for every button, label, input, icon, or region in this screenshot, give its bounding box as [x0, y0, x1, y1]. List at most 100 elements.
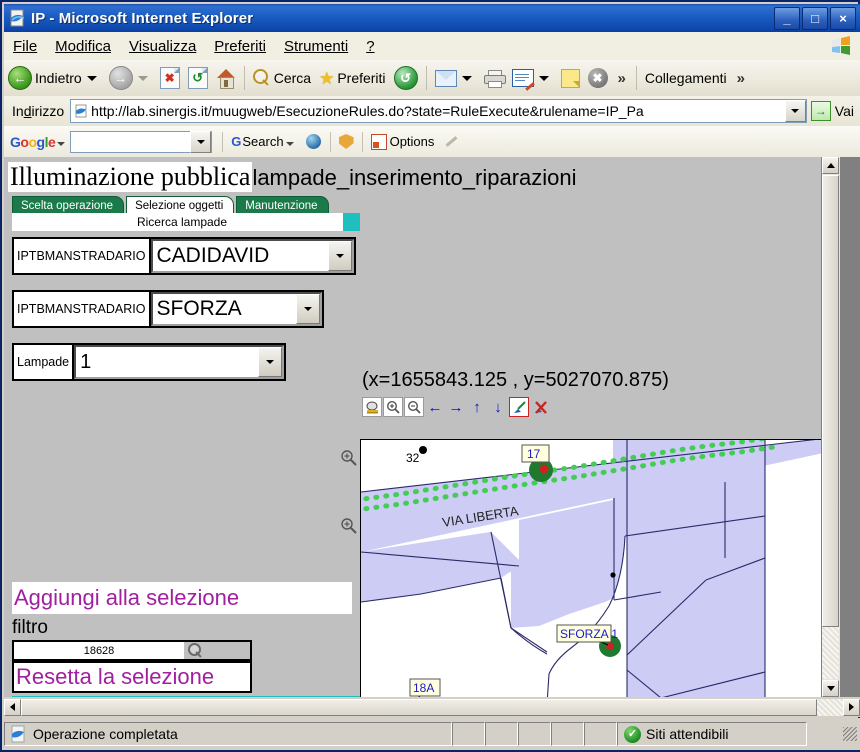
reset-selection-label: Resetta la selezione: [16, 664, 215, 689]
section-title: Ricerca lampade: [12, 213, 352, 231]
chevron-down-icon[interactable]: [296, 294, 320, 324]
select-stradario-1[interactable]: CADIDAVID: [150, 239, 354, 273]
google-separator-3: [361, 131, 363, 152]
close-button[interactable]: ×: [830, 6, 856, 30]
chevron-down-icon[interactable]: [328, 241, 352, 271]
page-icon: [74, 104, 88, 118]
hscroll-track[interactable]: [817, 698, 843, 716]
scroll-right-button[interactable]: [843, 698, 860, 716]
status-cell-4: [551, 722, 584, 746]
zoom-in-icon[interactable]: [383, 397, 403, 417]
search-button[interactable]: Cerca: [249, 62, 315, 94]
address-dropdown-button[interactable]: [784, 100, 806, 122]
pan-up-icon[interactable]: ↑: [467, 397, 487, 417]
menu-item-modifica[interactable]: Modifica: [46, 35, 120, 58]
back-button[interactable]: ← Indietro: [4, 62, 105, 94]
menu-item-preferiti[interactable]: Preferiti: [205, 35, 275, 58]
media-button[interactable]: ↺: [390, 62, 422, 94]
resize-grip[interactable]: [843, 727, 857, 741]
google-separator: [222, 131, 224, 152]
edit-button[interactable]: [508, 62, 557, 94]
chevron-down-icon[interactable]: [258, 347, 282, 377]
field-label-stradario-2: IPTBMANSTRADARIO: [14, 292, 151, 326]
google-search-button[interactable]: G Search: [228, 134, 301, 149]
chevron-left-icon: [10, 703, 15, 711]
pan-down-icon[interactable]: ↓: [488, 397, 508, 417]
refresh-button[interactable]: ↺: [184, 62, 212, 94]
map-label-box-17: 17: [521, 444, 550, 463]
map-zoom-in-shortcut-top[interactable]: [340, 449, 358, 467]
menu-item-file[interactable]: File: [4, 35, 46, 58]
scroll-down-button[interactable]: [822, 680, 839, 697]
google-highlight-icon[interactable]: [445, 136, 458, 147]
google-menu-chevron-icon[interactable]: [57, 141, 66, 146]
page-vertical-scrollbar[interactable]: [821, 157, 840, 697]
zoom-out-icon[interactable]: [404, 397, 424, 417]
messenger-button[interactable]: ✖: [584, 62, 612, 94]
stop-button[interactable]: ✖: [156, 62, 184, 94]
back-dropdown-icon[interactable]: [86, 75, 97, 81]
address-input[interactable]: http://lab.sinergis.it/muugweb/Esecuzion…: [70, 99, 807, 123]
security-zone-label: Siti attendibili: [646, 726, 729, 742]
google-search-input[interactable]: [70, 130, 213, 153]
select-lampade[interactable]: 1: [74, 345, 284, 379]
favorites-button[interactable]: ★ Preferiti: [315, 62, 389, 94]
maximize-icon: □: [811, 10, 819, 26]
page-horizontal-scrollbar[interactable]: [4, 697, 860, 717]
map-label-box-18a: 18A: [409, 678, 441, 697]
hscroll-thumb[interactable]: [21, 698, 817, 716]
forward-button[interactable]: →: [105, 62, 156, 94]
print-button[interactable]: [480, 62, 508, 94]
menu-item-help[interactable]: ?: [357, 35, 383, 58]
mail-dropdown-icon[interactable]: [461, 75, 472, 81]
clear-selection-icon[interactable]: [530, 397, 550, 417]
add-to-selection-link[interactable]: Aggiungi alla selezione: [12, 582, 352, 614]
google-search-dropdown[interactable]: [190, 130, 212, 153]
scroll-thumb[interactable]: [822, 175, 839, 627]
toolbar-overflow-chevron[interactable]: »: [612, 70, 632, 87]
address-url-text: http://lab.sinergis.it/muugweb/Esecuzion…: [91, 103, 644, 119]
mail-button[interactable]: [431, 62, 480, 94]
notes-button[interactable]: [557, 62, 584, 94]
map-zoom-in-shortcut-bottom[interactable]: [340, 517, 358, 535]
pan-icon[interactable]: [362, 397, 382, 417]
scroll-left-button[interactable]: [4, 698, 21, 716]
pan-right-icon[interactable]: →: [446, 397, 466, 417]
home-button[interactable]: [212, 62, 240, 94]
pan-left-icon[interactable]: ←: [425, 397, 445, 417]
go-button[interactable]: → Vai: [809, 101, 860, 121]
minimize-button[interactable]: _: [774, 6, 800, 30]
scroll-up-button[interactable]: [822, 157, 839, 174]
reset-selection-button[interactable]: Resetta la selezione: [12, 661, 252, 693]
map-toolbar: ← → ↑ ↓: [362, 397, 550, 417]
menu-item-strumenti[interactable]: Strumenti: [275, 35, 357, 58]
links-overflow-chevron[interactable]: »: [731, 70, 751, 87]
edit-dropdown-icon[interactable]: [538, 75, 549, 81]
google-options-button[interactable]: Options: [368, 133, 438, 150]
page-tabs: Scelta operazione Selezione oggetti Manu…: [12, 195, 331, 215]
map-canvas[interactable]: VIA LIBERTA 32 17 SFORZA 1 18A: [360, 439, 827, 697]
google-globe-icon[interactable]: [305, 134, 321, 149]
scroll-track[interactable]: [822, 627, 839, 679]
filter-search-icon[interactable]: [188, 643, 203, 658]
status-cell-5: [584, 722, 617, 746]
menu-item-visualizza[interactable]: Visualizza: [120, 35, 205, 58]
status-cell-2: [485, 722, 518, 746]
select-icon[interactable]: [509, 397, 529, 417]
filter-input[interactable]: 18628: [14, 642, 184, 659]
google-popup-blocker-icon[interactable]: [338, 134, 354, 149]
security-zone-cell[interactable]: ✓ Siti attendibili: [617, 722, 807, 746]
filter-row: 18628: [12, 640, 252, 661]
forward-dropdown-icon[interactable]: [137, 75, 148, 81]
go-label: Vai: [834, 103, 854, 119]
links-label[interactable]: Collegamenti: [641, 70, 731, 86]
field-row-stradario-1: IPTBMANSTRADARIO CADIDAVID: [12, 237, 356, 275]
page-title-sub: lampade_inserimento_riparazioni: [252, 163, 577, 193]
select-stradario-2[interactable]: SFORZA: [150, 292, 322, 326]
google-logo[interactable]: Google: [4, 134, 56, 150]
note-icon: [560, 68, 580, 88]
maximize-button[interactable]: □: [802, 6, 828, 30]
page-title: Illuminazione pubblica lampade_inserimen…: [8, 162, 577, 194]
google-search-label: Search: [242, 134, 284, 149]
google-search-chevron-icon[interactable]: [285, 141, 294, 146]
